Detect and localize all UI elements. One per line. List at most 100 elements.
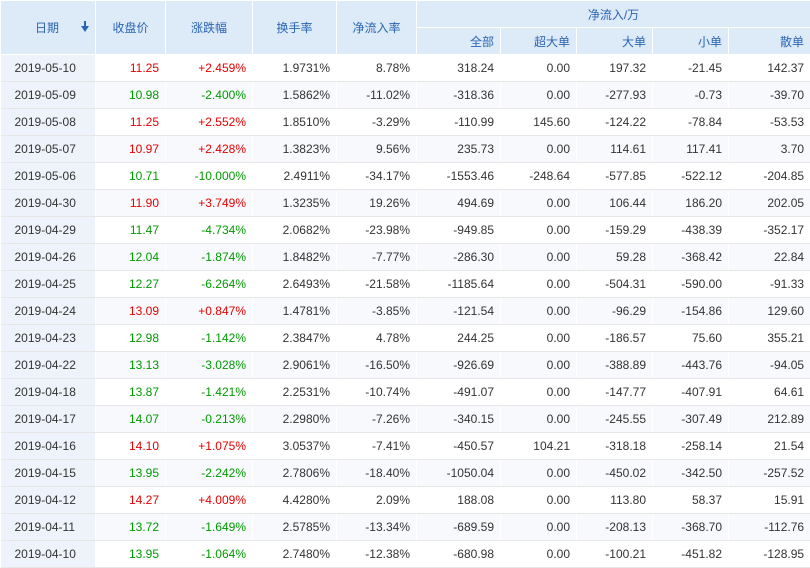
- date-cell: 2019-04-12: [1, 487, 96, 514]
- change-cell: +4.009%: [166, 487, 253, 514]
- net-inflow-rate-cell: -7.26%: [337, 406, 417, 433]
- net-inflow-rate-header[interactable]: 净流入率: [337, 1, 417, 55]
- net-small-cell: -443.76: [653, 352, 729, 379]
- close-header[interactable]: 收盘价: [96, 1, 166, 55]
- net-inflow-rate-cell: -3.29%: [337, 109, 417, 136]
- net-large-cell: -186.57: [577, 325, 653, 352]
- net-super-large-cell: 0.00: [501, 460, 577, 487]
- small-header[interactable]: 小单: [653, 28, 729, 55]
- net-retail-cell: -39.70: [729, 82, 810, 109]
- net-large-cell: -245.55: [577, 406, 653, 433]
- table-row[interactable]: 2019-04-1513.95-2.242%2.7806%-18.40%-105…: [1, 460, 810, 487]
- table-row[interactable]: 2019-04-1714.07-0.213%2.2980%-7.26%-340.…: [1, 406, 810, 433]
- table-row[interactable]: 2019-04-1214.27+4.009%4.4280%2.09%188.08…: [1, 487, 810, 514]
- table-row[interactable]: 2019-05-0910.98-2.400%1.5862%-11.02%-318…: [1, 82, 810, 109]
- all-header[interactable]: 全部: [417, 28, 501, 55]
- change-cell: -3.028%: [166, 352, 253, 379]
- net-super-large-cell: 0.00: [501, 271, 577, 298]
- net-super-large-cell: 0.00: [501, 325, 577, 352]
- table-row[interactable]: 2019-04-2612.04-1.874%1.8482%-7.77%-286.…: [1, 244, 810, 271]
- net-retail-cell: -112.76: [729, 514, 810, 541]
- table-row[interactable]: 2019-04-2911.47-4.734%2.0682%-23.98%-949…: [1, 217, 810, 244]
- net-all-cell: -286.30: [417, 244, 501, 271]
- date-cell: 2019-05-09: [1, 82, 96, 109]
- retail-header[interactable]: 散单: [729, 28, 810, 55]
- table-row[interactable]: 2019-04-2312.98-1.142%2.3847%4.78%244.25…: [1, 325, 810, 352]
- close-cell: 10.71: [96, 163, 166, 190]
- table-row[interactable]: 2019-05-0710.97+2.428%1.3823%9.56%235.73…: [1, 136, 810, 163]
- date-header[interactable]: 日期: [1, 1, 96, 55]
- close-cell: 11.47: [96, 217, 166, 244]
- table-row[interactable]: 2019-04-1614.10+1.075%3.0537%-7.41%-450.…: [1, 433, 810, 460]
- net-retail-cell: 129.60: [729, 298, 810, 325]
- change-header[interactable]: 涨跌幅: [166, 1, 253, 55]
- net-retail-cell: 22.84: [729, 244, 810, 271]
- table-row[interactable]: 2019-05-1011.25+2.459%1.9731%8.78%318.24…: [1, 55, 810, 82]
- large-header[interactable]: 大单: [577, 28, 653, 55]
- net-retail-cell: 355.21: [729, 325, 810, 352]
- change-cell: -2.242%: [166, 460, 253, 487]
- net-small-cell: -342.50: [653, 460, 729, 487]
- net-super-large-cell: 0.00: [501, 82, 577, 109]
- close-cell: 11.25: [96, 55, 166, 82]
- change-cell: -10.000%: [166, 163, 253, 190]
- close-cell: 13.87: [96, 379, 166, 406]
- net-super-large-cell: 0.00: [501, 244, 577, 271]
- close-cell: 12.04: [96, 244, 166, 271]
- net-super-large-cell: 0.00: [501, 217, 577, 244]
- turnover-cell: 1.3235%: [253, 190, 337, 217]
- close-cell: 14.07: [96, 406, 166, 433]
- change-cell: -1.142%: [166, 325, 253, 352]
- sort-desc-icon[interactable]: [81, 26, 89, 32]
- date-cell: 2019-04-25: [1, 271, 96, 298]
- net-large-cell: 197.32: [577, 55, 653, 82]
- close-cell: 13.09: [96, 298, 166, 325]
- turnover-header[interactable]: 换手率: [253, 1, 337, 55]
- table-row[interactable]: 2019-05-0610.71-10.000%2.4911%-34.17%-15…: [1, 163, 810, 190]
- table-row[interactable]: 2019-04-3011.90+3.749%1.3235%19.26%494.6…: [1, 190, 810, 217]
- date-cell: 2019-04-18: [1, 379, 96, 406]
- change-cell: +1.075%: [166, 433, 253, 460]
- close-cell: 14.27: [96, 487, 166, 514]
- date-header-label: 日期: [35, 21, 59, 35]
- date-cell: 2019-04-11: [1, 514, 96, 541]
- change-cell: -4.734%: [166, 217, 253, 244]
- turnover-cell: 2.5785%: [253, 514, 337, 541]
- net-inflow-rate-cell: -7.77%: [337, 244, 417, 271]
- net-large-cell: -277.93: [577, 82, 653, 109]
- net-large-cell: 59.28: [577, 244, 653, 271]
- table-row[interactable]: 2019-04-1813.87-1.421%2.2531%-10.74%-491…: [1, 379, 810, 406]
- turnover-cell: 2.6493%: [253, 271, 337, 298]
- table-row[interactable]: 2019-04-2213.13-3.028%2.9061%-16.50%-926…: [1, 352, 810, 379]
- close-cell: 10.98: [96, 82, 166, 109]
- table-row[interactable]: 2019-04-1013.95-1.064%2.7480%-12.38%-680…: [1, 541, 810, 568]
- net-inflow-rate-cell: -18.40%: [337, 460, 417, 487]
- super-large-header[interactable]: 超大单: [501, 28, 577, 55]
- table-row[interactable]: 2019-04-2413.09+0.847%1.4781%-3.85%-121.…: [1, 298, 810, 325]
- date-cell: 2019-05-07: [1, 136, 96, 163]
- net-all-cell: -121.54: [417, 298, 501, 325]
- turnover-cell: 1.9731%: [253, 55, 337, 82]
- turnover-cell: 1.4781%: [253, 298, 337, 325]
- change-cell: -0.213%: [166, 406, 253, 433]
- turnover-cell: 2.3847%: [253, 325, 337, 352]
- net-large-cell: -96.29: [577, 298, 653, 325]
- net-all-cell: -689.59: [417, 514, 501, 541]
- turnover-cell: 1.5862%: [253, 82, 337, 109]
- net-inflow-rate-cell: -10.74%: [337, 379, 417, 406]
- net-inflow-rate-cell: -34.17%: [337, 163, 417, 190]
- net-small-cell: -590.00: [653, 271, 729, 298]
- table-row[interactable]: 2019-04-1113.72-1.649%2.5785%-13.34%-689…: [1, 514, 810, 541]
- close-cell: 12.98: [96, 325, 166, 352]
- date-cell: 2019-04-23: [1, 325, 96, 352]
- table-row[interactable]: 2019-04-2512.27-6.264%2.6493%-21.58%-118…: [1, 271, 810, 298]
- table-row[interactable]: 2019-05-0811.25+2.552%1.8510%-3.29%-110.…: [1, 109, 810, 136]
- net-retail-cell: 3.70: [729, 136, 810, 163]
- net-large-cell: -318.18: [577, 433, 653, 460]
- change-cell: -1.649%: [166, 514, 253, 541]
- net-inflow-rate-cell: 2.09%: [337, 487, 417, 514]
- net-super-large-cell: -248.64: [501, 163, 577, 190]
- turnover-cell: 1.8510%: [253, 109, 337, 136]
- net-large-cell: -124.22: [577, 109, 653, 136]
- net-all-cell: 235.73: [417, 136, 501, 163]
